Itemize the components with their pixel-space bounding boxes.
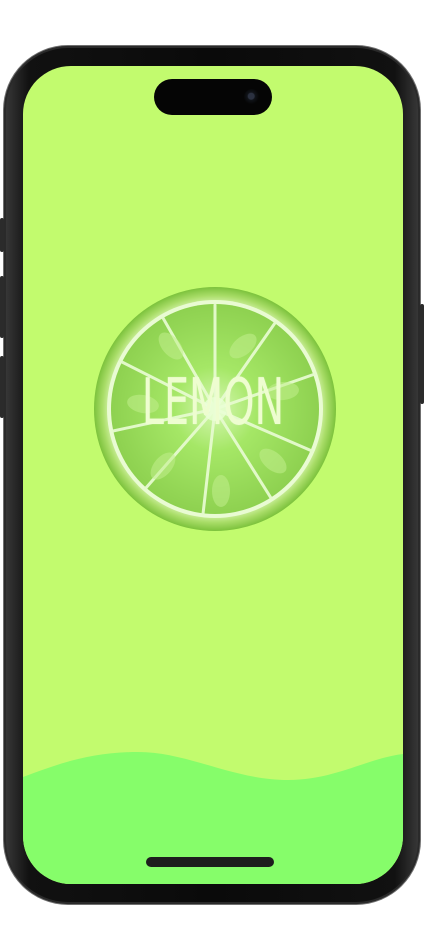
volume-up-button (0, 276, 4, 338)
device-mockup: LEMON (0, 0, 430, 932)
power-button (420, 304, 424, 404)
home-indicator[interactable] (146, 857, 274, 867)
dynamic-island (154, 79, 272, 115)
front-camera-icon (244, 89, 260, 105)
volume-down-button (0, 356, 4, 418)
brand-title: LEMON (141, 366, 285, 440)
app-screen: LEMON (23, 66, 403, 884)
action-button (0, 218, 4, 252)
